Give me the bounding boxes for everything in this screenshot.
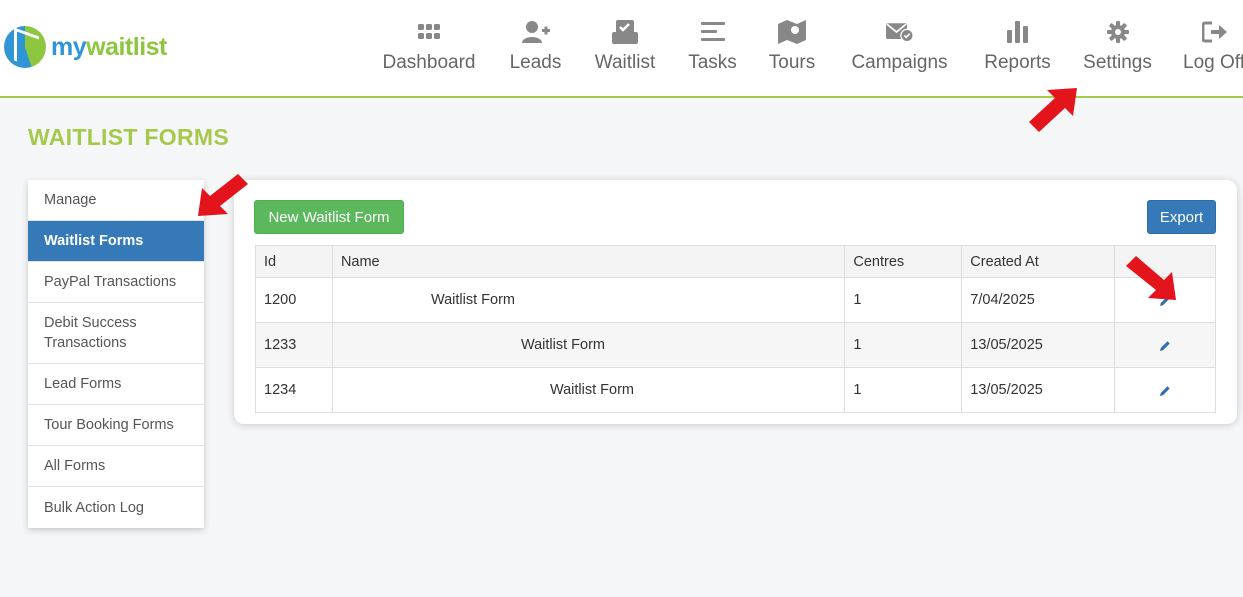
- cell-name: Waitlist Form: [331, 322, 846, 368]
- cell-name: Waitlist Form: [331, 367, 846, 413]
- annotation-arrow-sidebar: [198, 174, 248, 216]
- cell-created-at: 7/04/2025: [961, 277, 1116, 323]
- list-icon: [699, 18, 727, 46]
- sidebar-item-paypal-transactions[interactable]: PayPal Transactions: [28, 262, 204, 303]
- sidebar-item-waitlist-forms[interactable]: Waitlist Forms: [28, 221, 204, 262]
- sidebar-item-bulk-action-log[interactable]: Bulk Action Log: [28, 487, 204, 528]
- top-navbar: mywaitlist Dashboard Leads Waitlist Task…: [0, 0, 1243, 98]
- sidebar-item-manage[interactable]: Manage: [28, 180, 204, 221]
- nav-settings[interactable]: Settings: [1081, 18, 1154, 74]
- sidebar-item-tour-booking-forms[interactable]: Tour Booking Forms: [28, 405, 204, 446]
- cell-actions: [1114, 322, 1216, 368]
- cell-id: 1233: [255, 322, 333, 368]
- cell-actions: [1114, 367, 1216, 413]
- sidebar-item-all-forms[interactable]: All Forms: [28, 446, 204, 487]
- nav-dashboard[interactable]: Dashboard: [379, 18, 479, 74]
- cell-id: 1200: [255, 277, 333, 323]
- edit-pencil-icon[interactable]: [1159, 340, 1171, 356]
- column-header-id[interactable]: Id: [255, 245, 333, 278]
- cell-created-at: 13/05/2025: [961, 367, 1116, 413]
- mail-check-icon: [885, 18, 914, 46]
- nav-leads[interactable]: Leads: [509, 18, 562, 74]
- table-row: 1233 Waitlist Form 1 13/05/2025: [255, 322, 1216, 368]
- table-row: 1234 Waitlist Form 1 13/05/2025: [255, 367, 1216, 413]
- table-row: 1200 Waitlist Form 1 7/04/2025: [255, 277, 1216, 323]
- nav-reports[interactable]: Reports: [983, 18, 1052, 74]
- new-waitlist-form-button[interactable]: New Waitlist Form: [254, 200, 404, 234]
- sidebar-item-debit-success-transactions[interactable]: Debit Success Transactions: [28, 303, 204, 364]
- brand-logo[interactable]: mywaitlist: [4, 26, 167, 68]
- cell-centres: 1: [844, 277, 963, 323]
- cell-name: Waitlist Form: [331, 277, 846, 323]
- nav-log-off[interactable]: Log Off: [1183, 18, 1243, 74]
- cell-created-at: 13/05/2025: [961, 322, 1116, 368]
- cell-id: 1234: [255, 367, 333, 413]
- cell-centres: 1: [844, 367, 963, 413]
- table-header-row: Id Name Centres Created At: [255, 245, 1216, 278]
- nav-tours[interactable]: Tours: [767, 18, 817, 74]
- waitlist-forms-table: Id Name Centres Created At 1200 Waitlist…: [255, 245, 1216, 413]
- nav-campaigns[interactable]: Campaigns: [846, 18, 953, 74]
- grid-icon: [415, 18, 443, 46]
- page-title: WAITLIST FORMS: [28, 124, 229, 150]
- nav-tasks[interactable]: Tasks: [687, 18, 738, 74]
- settings-sidebar: Manage Waitlist Forms PayPal Transaction…: [28, 180, 204, 528]
- column-header-centres[interactable]: Centres: [844, 245, 963, 278]
- edit-pencil-icon[interactable]: [1159, 385, 1171, 401]
- form-name: Waitlist Form: [549, 382, 634, 398]
- bar-chart-icon: [1004, 18, 1032, 46]
- sidebar-item-lead-forms[interactable]: Lead Forms: [28, 364, 204, 405]
- form-name: Waitlist Form: [520, 337, 605, 353]
- map-icon: [778, 18, 806, 46]
- annotation-arrow-edit: [1126, 256, 1176, 300]
- forms-panel: New Waitlist Form Export Id Name Centres…: [234, 180, 1237, 424]
- export-button[interactable]: Export: [1147, 200, 1216, 234]
- inbox-check-icon: [611, 18, 639, 46]
- cell-centres: 1: [844, 322, 963, 368]
- annotation-arrow-settings: [1029, 88, 1077, 132]
- add-user-icon: [521, 18, 550, 46]
- column-header-name[interactable]: Name: [331, 245, 846, 278]
- form-name: Waitlist Form: [430, 292, 515, 308]
- brand-name: mywaitlist: [51, 32, 167, 61]
- sign-out-icon: [1201, 18, 1229, 46]
- gear-icon: [1104, 18, 1132, 46]
- nav-waitlist[interactable]: Waitlist: [592, 18, 658, 74]
- column-header-created-at[interactable]: Created At: [961, 245, 1116, 278]
- logo-icon: [4, 26, 46, 68]
